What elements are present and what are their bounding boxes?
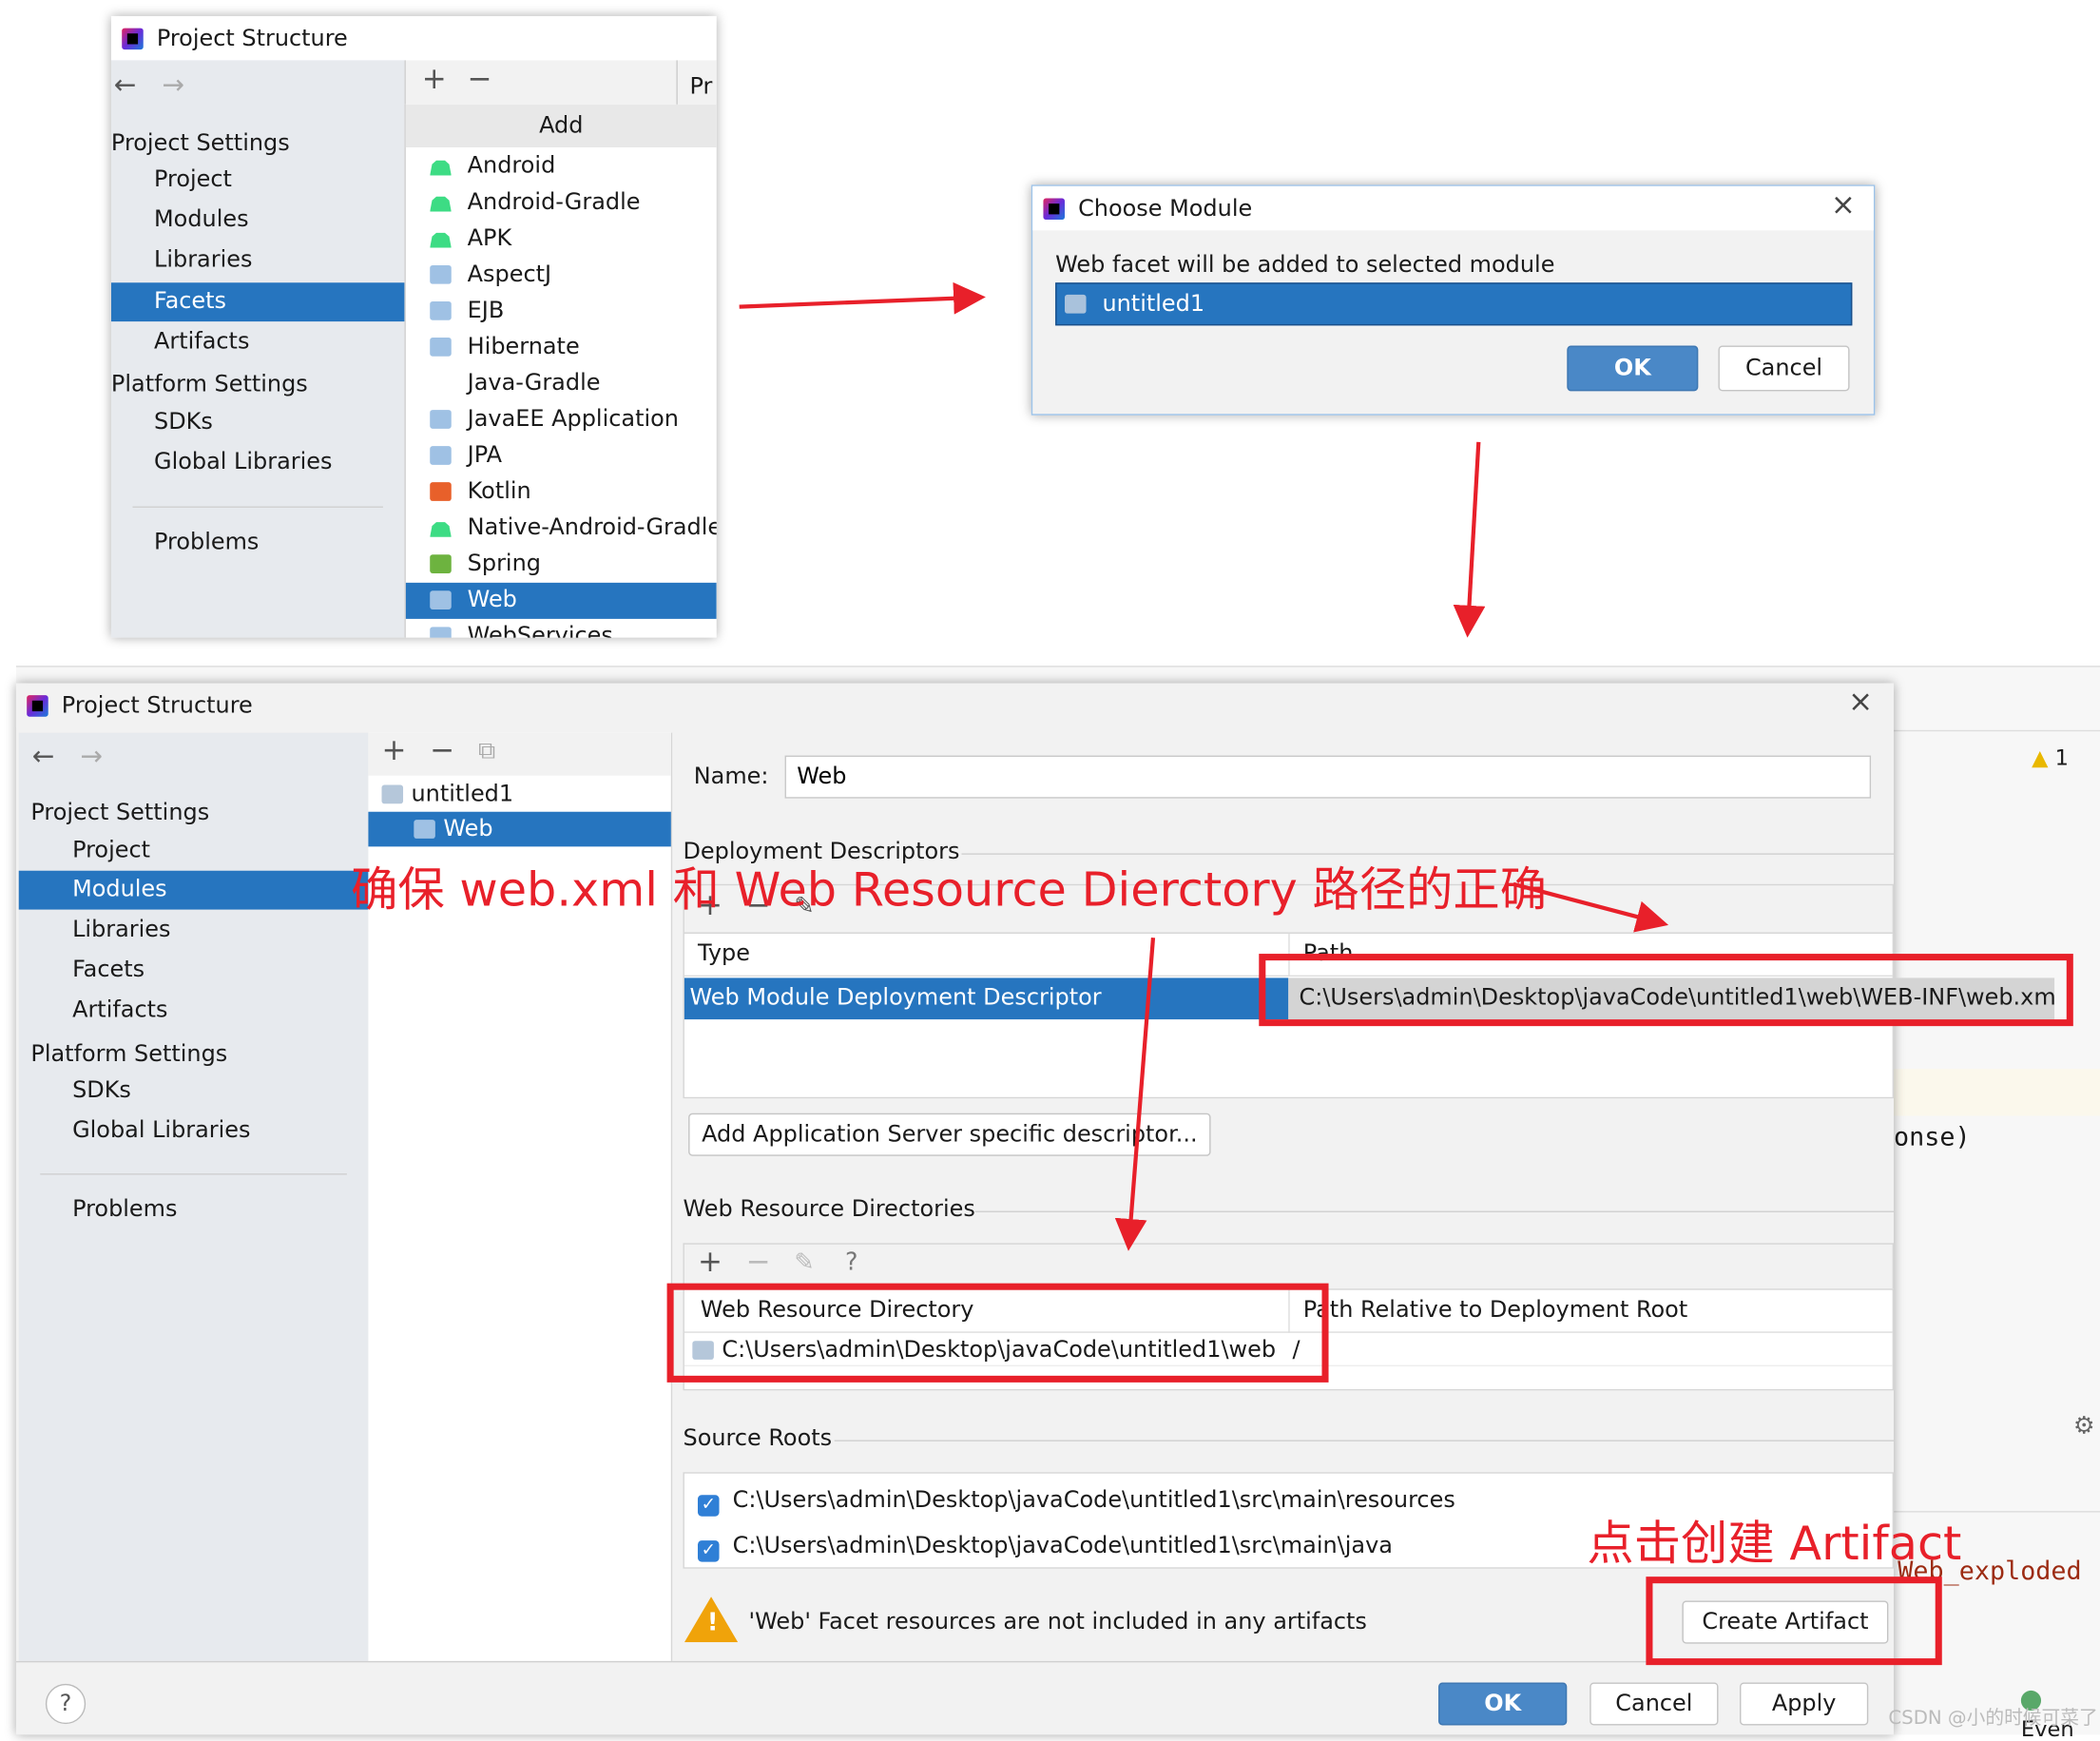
arrow-to-resource-dir [1114, 937, 1156, 1251]
watermark: CSDN @小的时候可菜了 [1888, 1708, 2098, 1730]
annotation-arrows-main [1114, 881, 1669, 1251]
arrow-to-web-xml [1512, 881, 1669, 933]
